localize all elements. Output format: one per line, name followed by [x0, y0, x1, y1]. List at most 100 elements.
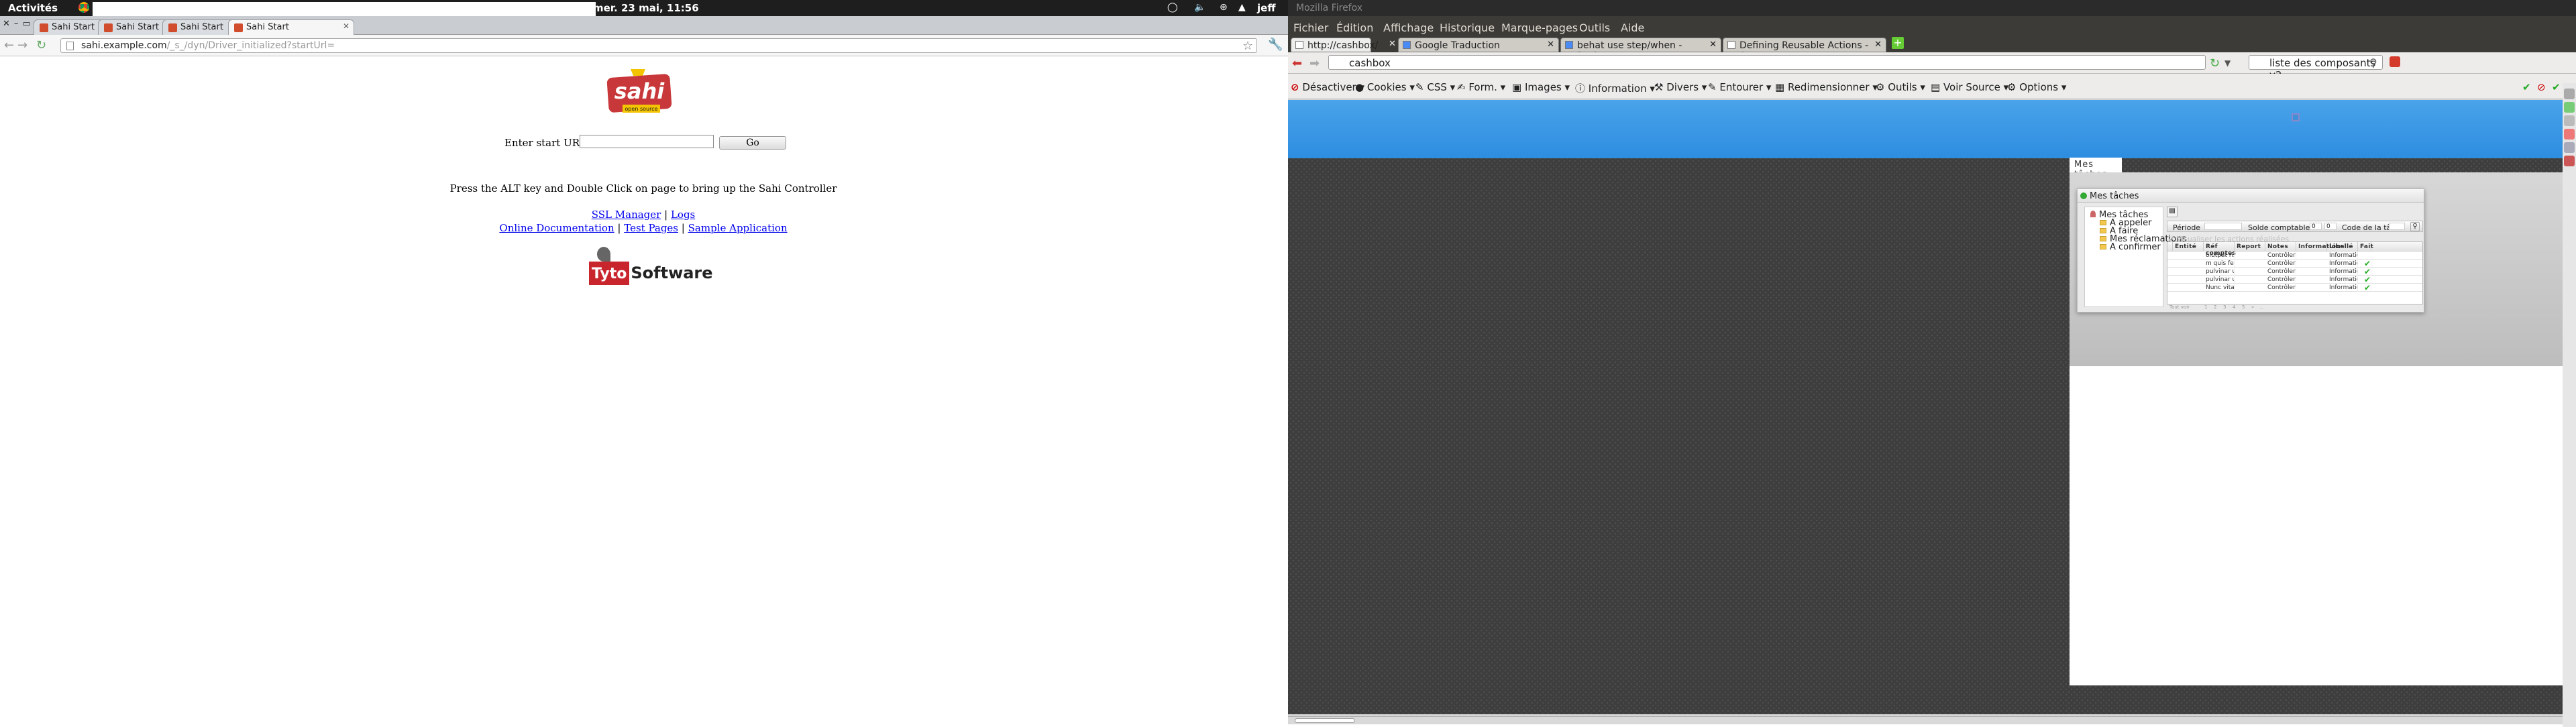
page-4[interactable]: 4 — [2233, 304, 2235, 310]
side-tool-icon[interactable] — [2564, 115, 2575, 126]
tout-voir-button[interactable]: Tout voir — [2169, 304, 2190, 310]
webdev-images[interactable]: ▣ Images ▾ — [1512, 81, 1570, 93]
done-check-icon[interactable]: ✔ — [2362, 282, 2371, 290]
page-1[interactable]: 1 — [2204, 304, 2207, 310]
validation-ok-icon[interactable]: ✔ — [2522, 81, 2531, 93]
sample-application-link[interactable]: Sample Application — [688, 222, 788, 234]
table-row[interactable]: Nunc vitae justo ... Contrôler l'état d.… — [2167, 282, 2422, 292]
solde-max-input[interactable]: 0 — [2324, 223, 2337, 230]
search-icon[interactable]: ⚲ — [2410, 222, 2420, 231]
code-input[interactable] — [2389, 223, 2405, 230]
forward-arrow-icon[interactable]: → — [17, 38, 28, 52]
user-menu[interactable]: jeff — [1257, 2, 1275, 14]
close-tab-icon[interactable]: ✕ — [1547, 40, 1554, 50]
table-row[interactable]: m quis felis sapi... Contrôler l'état d.… — [2167, 258, 2422, 268]
home-icon[interactable] — [2390, 56, 2400, 67]
bookmark-star-icon[interactable]: ☆ — [1242, 39, 1253, 53]
done-check-icon[interactable]: ✔ — [2362, 274, 2371, 282]
test-pages-link[interactable]: Test Pages — [624, 222, 678, 234]
webdev-entourer[interactable]: ✎ Entourer ▾ — [1708, 81, 1771, 93]
go-button[interactable]: Go — [719, 136, 786, 150]
table-row[interactable]: pulvinar ullamco... Contrôler l'état d..… — [2167, 266, 2422, 276]
back-arrow-icon[interactable]: ← — [4, 38, 14, 52]
logs-link[interactable]: Logs — [671, 209, 695, 221]
forward-arrow-icon[interactable]: ➡ — [1309, 56, 1320, 70]
bluetooth-icon[interactable]: ⊛ — [1220, 2, 1228, 13]
solde-min-input[interactable]: 0 — [2310, 223, 2322, 230]
close-tab-icon[interactable]: ✕ — [1874, 40, 1882, 50]
dropdown-icon[interactable]: ▼ — [2224, 58, 2231, 68]
side-tool-icon[interactable] — [2564, 129, 2575, 139]
webdev-outils[interactable]: ⚙ Outils ▾ — [1876, 81, 1925, 93]
col-ref-comptes[interactable]: Réf comptes — [2204, 242, 2236, 257]
firefox-tab[interactable]: Defining Reusable Actions - S...✕ — [1723, 38, 1886, 62]
webdev-desactiver[interactable]: ⊘ Désactiver ▾ — [1291, 81, 1364, 93]
menu-edition[interactable]: Édition — [1336, 21, 1373, 34]
export-icon[interactable]: ▤ — [2167, 207, 2178, 217]
reload-icon[interactable]: ↻ — [36, 38, 46, 52]
wrench-icon[interactable]: 🔧 — [1268, 38, 1283, 52]
page-3[interactable]: 3 — [2223, 304, 2226, 310]
tab-mes-taches[interactable]: Mes tâches — [2070, 158, 2122, 180]
reload-icon[interactable]: ↻ — [2210, 56, 2220, 70]
firefox-tab[interactable]: behat use step/when - Reche...✕ — [1560, 38, 1721, 62]
col-entite[interactable]: Entité — [2173, 242, 2204, 251]
webdev-options[interactable]: ⚙ Options ▾ — [2007, 81, 2066, 93]
webdev-css[interactable]: ✎ CSS ▾ — [1415, 81, 1455, 93]
scrollbar-thumb[interactable] — [1295, 718, 1355, 723]
accessibility-icon[interactable]: ◯ — [1167, 2, 1178, 13]
webdev-voir-source[interactable]: ▤ Voir Source ▾ — [1931, 81, 2008, 93]
window-controls[interactable]: ✕–▭ — [3, 19, 35, 29]
ssl-manager-link[interactable]: SSL Manager — [592, 209, 661, 221]
done-check-icon[interactable]: ✔ — [2362, 258, 2371, 266]
side-tool-icon[interactable] — [2564, 156, 2575, 166]
close-tab-icon[interactable]: ✕ — [1709, 40, 1717, 50]
page-next[interactable]: » — [2251, 304, 2254, 310]
menu-fichier[interactable]: Fichier — [1293, 21, 1328, 34]
firefox-tab[interactable]: Google Traduction ✕ — [1398, 38, 1559, 52]
validation-error-icon[interactable]: ⊘ — [2537, 81, 2546, 93]
firefox-url-bar[interactable]: cashbox — [1328, 55, 2206, 70]
webdev-cookies[interactable]: ● Cookies ▾ — [1355, 81, 1415, 93]
tree-item-a-confirmer[interactable]: A confirmer — [2100, 242, 2161, 252]
activities-button[interactable]: Activités — [8, 2, 58, 14]
col-report[interactable]: Report — [2235, 242, 2265, 251]
table-row[interactable]: olutpat risus Pell... Contrôler l'état d… — [2167, 251, 2422, 260]
col-informations[interactable]: Informations — [2296, 242, 2344, 251]
close-tab-icon[interactable]: ✕ — [1389, 39, 1396, 49]
periode-input[interactable] — [2204, 223, 2242, 230]
menu-aide[interactable]: Aide — [1621, 21, 1644, 34]
menu-outils[interactable]: Outils — [1579, 21, 1610, 34]
page-more[interactable]: ... — [2259, 304, 2264, 310]
menu-affichage[interactable]: Affichage — [1383, 21, 1434, 34]
webdev-information[interactable]: ⓘ Information ▾ — [1575, 81, 1655, 95]
col-libelle[interactable]: Libellé — [2327, 242, 2358, 251]
col-fait[interactable]: Fait — [2358, 242, 2373, 251]
network-icon[interactable]: ▲ — [1238, 2, 1246, 13]
online-documentation-link[interactable]: Online Documentation — [499, 222, 614, 234]
omnibox[interactable]: sahi.example.com/_s_/dyn/Driver_initiali… — [60, 38, 1257, 53]
col-notes[interactable]: Notes — [2265, 242, 2296, 251]
chrome-tab-active[interactable]: Sahi Start ✕ — [228, 19, 354, 36]
side-tool-icon[interactable] — [2564, 142, 2575, 153]
firefox-search-bar[interactable]: liste des composants v2 — [2249, 55, 2383, 81]
webdev-divers[interactable]: ⚒ Divers ▾ — [1654, 81, 1707, 93]
menu-historique[interactable]: Historique — [1440, 21, 1495, 34]
firefox-tab-active[interactable]: http://cashbox/ — [1291, 38, 1378, 52]
webdev-redimensionner[interactable]: ▦ Redimensionner ▾ — [1775, 81, 1878, 93]
horizontal-scrollbar[interactable] — [1288, 716, 2563, 724]
webdev-forms[interactable]: ✍ Form. ▾ — [1457, 81, 1505, 93]
side-tool-icon[interactable] — [2564, 89, 2575, 99]
header-square-icon[interactable] — [2292, 113, 2300, 121]
table-row[interactable]: pulvinar ullamco... Contrôler l'état d..… — [2167, 274, 2422, 284]
menu-marque-pages[interactable]: Marque-pages — [1501, 21, 1578, 34]
page-2[interactable]: 2 — [2214, 304, 2216, 310]
clock[interactable]: mer. 23 mai, 11:56 — [593, 2, 699, 14]
done-check-icon[interactable]: ✔ — [2362, 266, 2371, 274]
search-magnifier-icon[interactable]: ⚲ — [2369, 56, 2377, 69]
back-arrow-icon[interactable]: ⬅ — [1292, 56, 1302, 70]
validation-ok-icon[interactable]: ✔ — [2552, 81, 2561, 93]
start-url-input[interactable] — [580, 135, 714, 148]
side-tool-icon[interactable] — [2564, 102, 2575, 113]
new-tab-plus-icon[interactable]: + — [1892, 37, 1904, 49]
